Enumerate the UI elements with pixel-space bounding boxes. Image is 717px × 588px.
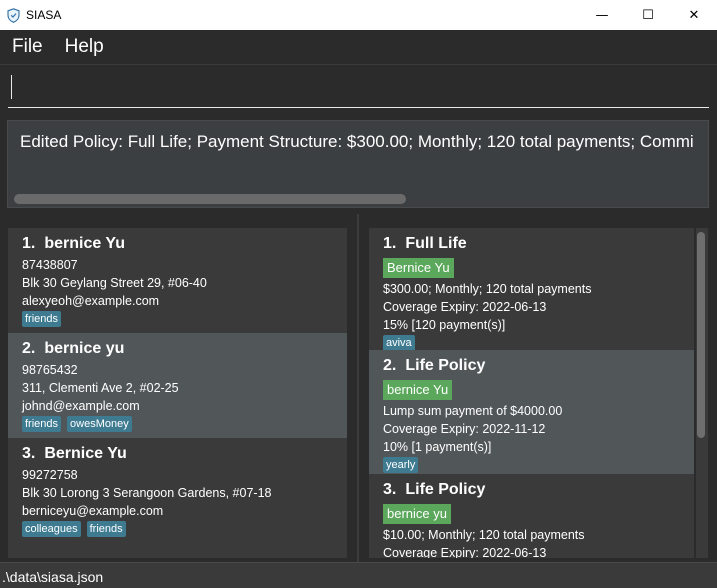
policy-expiry: Coverage Expiry: 2022-11-12 — [383, 422, 546, 436]
title-bar: SIASA — ☐ ✕ — [0, 0, 717, 30]
person-list-panel: 1. bernice Yu 87438807 Blk 30 Geylang St… — [8, 228, 347, 558]
menu-bar: File Help — [0, 30, 717, 65]
person-card[interactable]: 3. Bernice Yu 99272758 Blk 30 Lorong 3 S… — [8, 438, 347, 558]
policy-name: Life Policy — [405, 481, 486, 498]
result-text: Edited Policy: Full Life; Payment Struct… — [20, 132, 694, 151]
person-email: berniceyu@example.com — [22, 504, 164, 518]
person-tag: friends — [22, 311, 62, 327]
menu-file[interactable]: File — [12, 36, 43, 58]
person-name: bernice yu — [44, 340, 125, 357]
policy-commission: 10% [1 payment(s)] — [383, 440, 492, 454]
person-tag: owesMoney — [67, 416, 132, 432]
minimize-button[interactable]: — — [579, 0, 625, 30]
person-phone: 87438807 — [22, 258, 78, 272]
policy-owner-badge: bernice Yu — [383, 380, 453, 400]
policy-card[interactable]: 2. Life Policy bernice Yu Lump sum payme… — [369, 350, 694, 474]
policy-owner-badge: Bernice Yu — [383, 258, 454, 278]
person-tag: colleagues — [22, 521, 81, 537]
person-phone: 98765432 — [22, 363, 78, 377]
policy-expiry: Coverage Expiry: 2022-06-13 — [383, 546, 547, 558]
person-address: Blk 30 Geylang Street 29, #06-40 — [22, 276, 207, 290]
policy-owner-badge: bernice yu — [383, 504, 451, 524]
person-address: 311, Clementi Ave 2, #02-25 — [22, 381, 179, 395]
policy-index: 1. — [383, 235, 397, 252]
person-index: 2. — [22, 340, 36, 357]
command-input[interactable] — [8, 72, 709, 108]
policy-card[interactable]: 1. Full Life Bernice Yu $300.00; Monthly… — [369, 228, 694, 351]
policy-commission: 15% [120 payment(s)] — [383, 318, 506, 332]
maximize-button[interactable]: ☐ — [625, 0, 671, 30]
person-tag: friends — [86, 521, 126, 537]
person-email: alexyeoh@example.com — [22, 294, 160, 308]
text-caret — [11, 75, 12, 99]
person-tag: friends — [22, 416, 62, 432]
policy-index: 2. — [383, 357, 397, 374]
person-card[interactable]: 1. bernice Yu 87438807 Blk 30 Geylang St… — [8, 228, 347, 333]
shield-icon — [6, 7, 20, 23]
person-name: bernice Yu — [44, 235, 125, 252]
menu-help[interactable]: Help — [65, 36, 104, 58]
person-card[interactable]: 2. bernice yu 98765432 311, Clementi Ave… — [8, 333, 347, 438]
status-bar: .\data\siasa.json — [0, 562, 717, 588]
policy-name: Life Policy — [405, 357, 486, 374]
policy-name: Full Life — [405, 235, 467, 252]
person-name: Bernice Yu — [44, 445, 127, 462]
policy-payment: $10.00; Monthly; 120 total payments — [383, 528, 585, 542]
policy-tag: aviva — [383, 335, 415, 351]
window-title: SIASA — [26, 8, 62, 22]
person-index: 3. — [22, 445, 36, 462]
panel-divider[interactable] — [357, 214, 359, 562]
close-button[interactable]: ✕ — [671, 0, 717, 30]
policy-tag: yearly — [383, 457, 419, 473]
person-index: 1. — [22, 235, 36, 252]
command-box — [0, 66, 717, 114]
result-display: Edited Policy: Full Life; Payment Struct… — [7, 120, 709, 208]
data-file-path: .\data\siasa.json — [2, 569, 104, 585]
person-phone: 99272758 — [22, 468, 78, 482]
policy-index: 3. — [383, 481, 397, 498]
vertical-scrollbar-thumb[interactable] — [697, 232, 705, 438]
policy-list-panel: 1. Full Life Bernice Yu $300.00; Monthly… — [369, 228, 694, 558]
policy-payment: Lump sum payment of $4000.00 — [383, 404, 563, 418]
policy-payment: $300.00; Monthly; 120 total payments — [383, 282, 592, 296]
person-address: Blk 30 Lorong 3 Serangoon Gardens, #07-1… — [22, 486, 272, 500]
policy-expiry: Coverage Expiry: 2022-06-13 — [383, 300, 547, 314]
policy-card[interactable]: 3. Life Policy bernice yu $10.00; Monthl… — [369, 474, 694, 558]
horizontal-scrollbar[interactable] — [14, 194, 406, 204]
person-email: johnd@example.com — [22, 399, 140, 413]
